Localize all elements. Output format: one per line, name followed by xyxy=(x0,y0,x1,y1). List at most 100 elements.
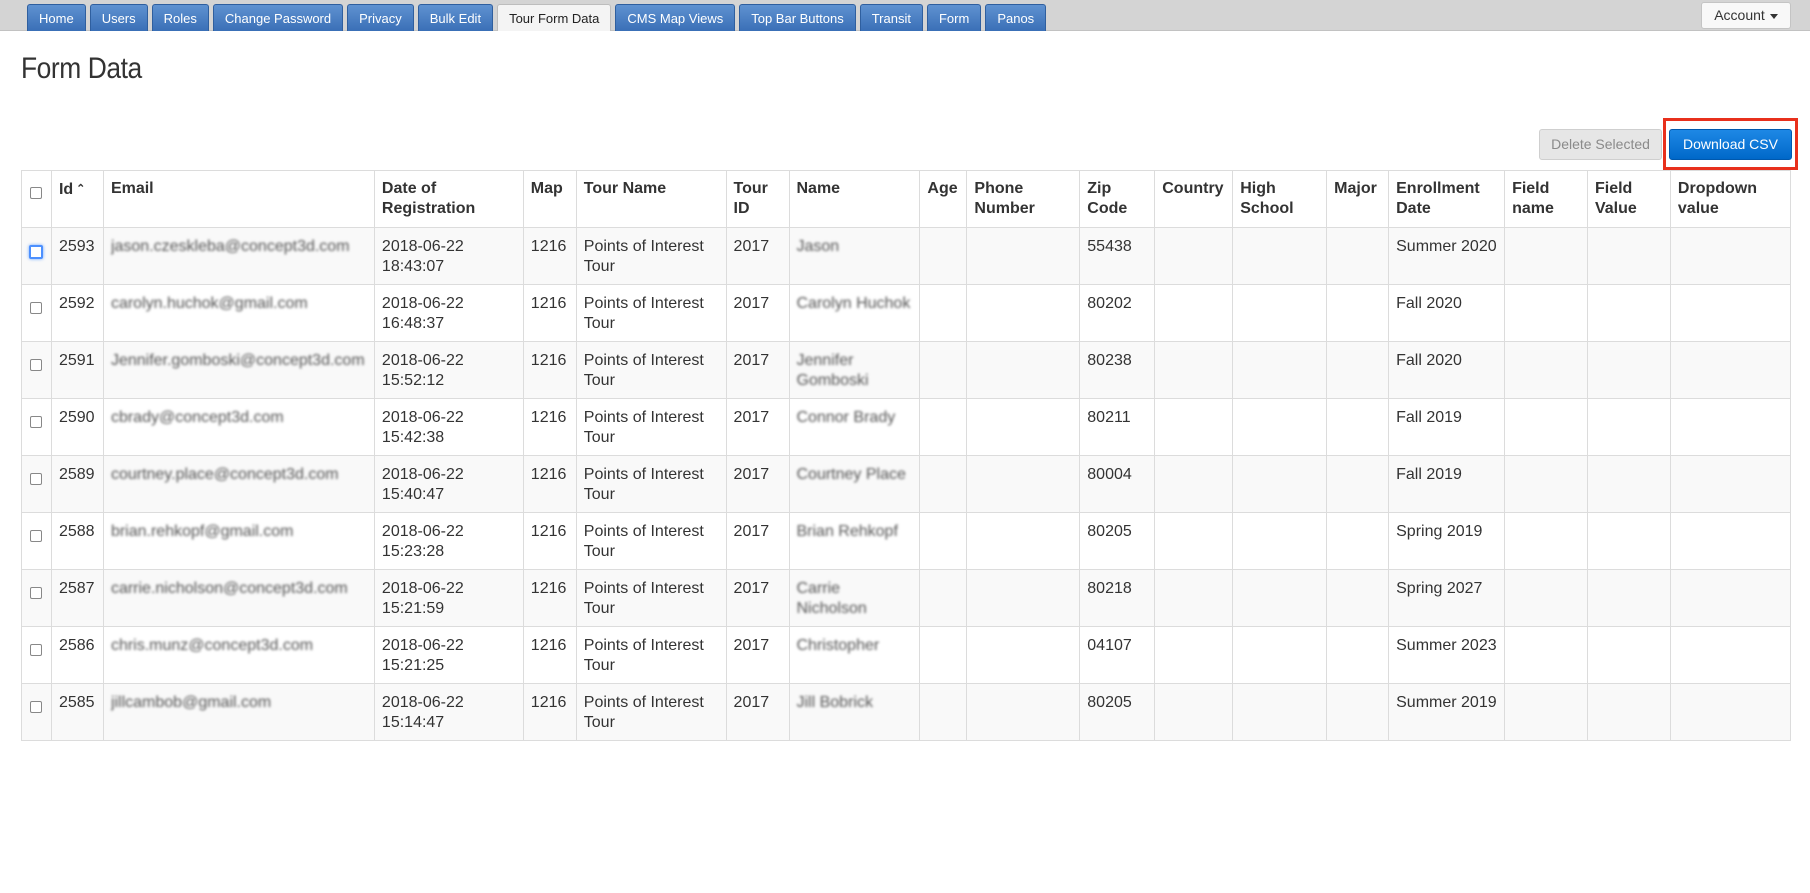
table-row: 2587 carrie.nicholson@concept3d.com 2018-0… xyxy=(21,569,1792,627)
cell-high-school xyxy=(1232,512,1328,570)
table-row: 2593 jason.czeskleba@concept3d.com 2018-06… xyxy=(21,227,1792,285)
cell-tour-id: 2017 xyxy=(725,626,790,684)
tab-panos[interactable]: Panos xyxy=(985,4,1047,31)
cell-value: 1216 xyxy=(530,580,567,597)
cell-dropdown xyxy=(1669,569,1792,627)
tab-bulk-edit[interactable]: Bulk Edit xyxy=(417,4,494,31)
cell-value: Summer 2020 xyxy=(1396,238,1497,255)
cell-country xyxy=(1154,284,1234,342)
delete-selected-button[interactable]: Delete Selected xyxy=(1539,129,1662,160)
row-select-cell xyxy=(21,284,52,342)
annotation-highlight-box xyxy=(1663,118,1798,170)
cell-enrollment: Summer 2020 xyxy=(1388,227,1506,285)
tab-users[interactable]: Users xyxy=(89,4,148,31)
cell-value: Points of Interest Tour xyxy=(583,466,704,503)
column-header-age[interactable]: Age xyxy=(919,170,968,228)
cell-tour-name: Points of Interest Tour xyxy=(575,398,727,456)
tab-cms-map-views[interactable]: CMS Map Views xyxy=(615,4,736,31)
row-checkbox[interactable] xyxy=(30,644,43,656)
tab-change-password[interactable]: Change Password xyxy=(212,4,344,31)
tab-top-bar-buttons[interactable]: Top Bar Buttons xyxy=(739,4,856,31)
cell-enrollment: Spring 2027 xyxy=(1388,569,1506,627)
account-dropdown[interactable]: Account xyxy=(1701,2,1791,29)
cell-value: 1216 xyxy=(530,238,567,255)
cell-field-name xyxy=(1504,398,1588,456)
row-checkbox[interactable] xyxy=(29,245,44,259)
cell-high-school xyxy=(1232,683,1328,741)
cell-country xyxy=(1154,512,1234,570)
cell-dropdown xyxy=(1669,683,1792,741)
table-header-row: Id ⌃ Email Date of Registration Map Tour Name… xyxy=(21,170,1792,228)
cell-high-school xyxy=(1232,341,1328,399)
column-header-major[interactable]: Major xyxy=(1326,170,1390,228)
cell-enrollment: Fall 2020 xyxy=(1388,284,1506,342)
tab-privacy[interactable]: Privacy xyxy=(347,4,414,31)
tab-transit[interactable]: Transit xyxy=(859,4,923,31)
row-checkbox[interactable] xyxy=(30,302,43,314)
tab-roles[interactable]: Roles xyxy=(151,4,209,31)
cell-value: 1216 xyxy=(530,352,567,369)
cell-phone xyxy=(966,512,1081,570)
tab-form[interactable]: Form xyxy=(926,4,982,31)
cell-name: Jill Bobrick xyxy=(788,683,921,741)
column-header-field-value[interactable]: Field Value xyxy=(1586,170,1671,228)
column-header-id[interactable]: Id ⌃ xyxy=(50,170,104,228)
column-header-map[interactable]: Map xyxy=(522,170,577,228)
cell-email: brian.rehkopf@gmail.com xyxy=(102,512,375,570)
cell-id: 2591 xyxy=(50,341,104,399)
registration-time: 15:21:25 xyxy=(381,657,445,674)
cell-date: 2018-06-22 15:23:28 xyxy=(373,512,524,570)
row-checkbox[interactable] xyxy=(30,587,43,599)
cell-value: 2017 xyxy=(733,637,770,654)
cell-value: 2585 xyxy=(58,694,95,711)
select-all-checkbox[interactable] xyxy=(30,187,43,199)
row-checkbox[interactable] xyxy=(30,701,43,713)
row-select-cell xyxy=(21,398,52,456)
redacted-name: Christopher xyxy=(796,637,880,654)
cell-tour-name: Points of Interest Tour xyxy=(575,569,727,627)
column-header-label: Phone Number xyxy=(974,180,1035,217)
row-checkbox[interactable] xyxy=(30,473,43,485)
cell-country xyxy=(1154,455,1234,513)
cell-name: Courtney Place xyxy=(788,455,921,513)
column-header-tour-id[interactable]: Tour ID xyxy=(725,170,790,228)
cell-value: 80004 xyxy=(1087,466,1132,483)
column-header-email[interactable]: Email xyxy=(102,170,375,228)
column-header-field-name[interactable]: Field name xyxy=(1504,170,1588,228)
redacted-email: chris.munz@concept3d.com xyxy=(110,637,314,654)
column-header-tour-name[interactable]: Tour Name xyxy=(575,170,727,228)
cell-value: 2017 xyxy=(733,580,770,597)
column-header-country[interactable]: Country xyxy=(1154,170,1234,228)
tab-home[interactable]: Home xyxy=(27,4,86,31)
row-checkbox[interactable] xyxy=(30,359,43,371)
column-header-dropdown-value[interactable]: Dropdown value xyxy=(1669,170,1792,228)
column-header-enrollment-date[interactable]: Enrollment Date xyxy=(1388,170,1506,228)
row-select-cell xyxy=(21,455,52,513)
cell-value: 1216 xyxy=(530,295,567,312)
column-header-name[interactable]: Name xyxy=(788,170,921,228)
table-row: 2591 Jennifer.gomboski@concept3d.com 2018-… xyxy=(21,341,1792,399)
cell-email: courtney.place@concept3d.com xyxy=(102,455,375,513)
cell-value: 2017 xyxy=(733,295,770,312)
cell-zip: 80211 xyxy=(1079,398,1156,456)
tab-tour-form-data[interactable]: Tour Form Data xyxy=(497,4,612,31)
redacted-name: Carolyn Huchok xyxy=(796,295,911,312)
column-header-phone-number[interactable]: Phone Number xyxy=(966,170,1081,228)
cell-country xyxy=(1154,341,1234,399)
cell-value: Fall 2019 xyxy=(1396,466,1462,483)
cell-tour-id: 2017 xyxy=(725,512,790,570)
column-header-high-school[interactable]: High School xyxy=(1232,170,1328,228)
row-checkbox[interactable] xyxy=(30,530,43,542)
row-checkbox[interactable] xyxy=(30,416,43,428)
cell-map: 1216 xyxy=(522,683,577,741)
account-label: Account xyxy=(1714,7,1765,23)
cell-age xyxy=(919,626,968,684)
cell-id: 2585 xyxy=(50,683,104,741)
cell-name: Jennifer Gomboski xyxy=(788,341,921,399)
column-header-zip-code[interactable]: Zip Code xyxy=(1079,170,1156,228)
cell-zip: 80218 xyxy=(1079,569,1156,627)
table-row: 2586 chris.munz@concept3d.com 2018-06-22 15… xyxy=(21,626,1792,684)
registration-date: 2018-06-22 xyxy=(381,694,464,711)
column-header-label: Age xyxy=(927,180,958,197)
column-header-date-of-registration[interactable]: Date of Registration xyxy=(373,170,524,228)
